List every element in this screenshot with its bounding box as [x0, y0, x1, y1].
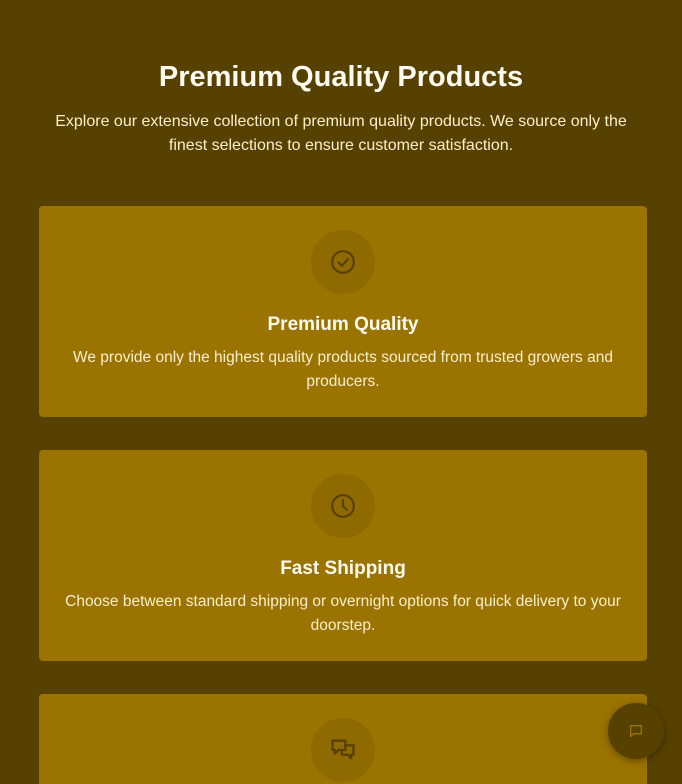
chat-icon [630, 725, 642, 737]
page-title: Premium Quality Products [158, 61, 524, 93]
page: Premium Quality Products Explore our ext… [0, 0, 682, 784]
clock-icon [311, 474, 375, 538]
feature-description: We provide only the highest quality prod… [73, 349, 613, 390]
feature-title: Fast Shipping [280, 558, 406, 579]
feature-title: Premium Quality [267, 314, 419, 335]
check-circle-icon [311, 230, 375, 294]
feature-card-fast-shipping: Fast Shipping Choose between standard sh… [39, 450, 647, 661]
feature-card-premium-quality: Premium Quality We provide only the high… [39, 206, 647, 417]
chat-bubbles-icon [311, 718, 375, 782]
chat-widget-button[interactable] [608, 703, 664, 759]
page-subtitle: Explore our extensive collection of prem… [55, 113, 627, 154]
feature-card-support [39, 694, 647, 784]
feature-description: Choose between standard shipping or over… [65, 593, 621, 634]
